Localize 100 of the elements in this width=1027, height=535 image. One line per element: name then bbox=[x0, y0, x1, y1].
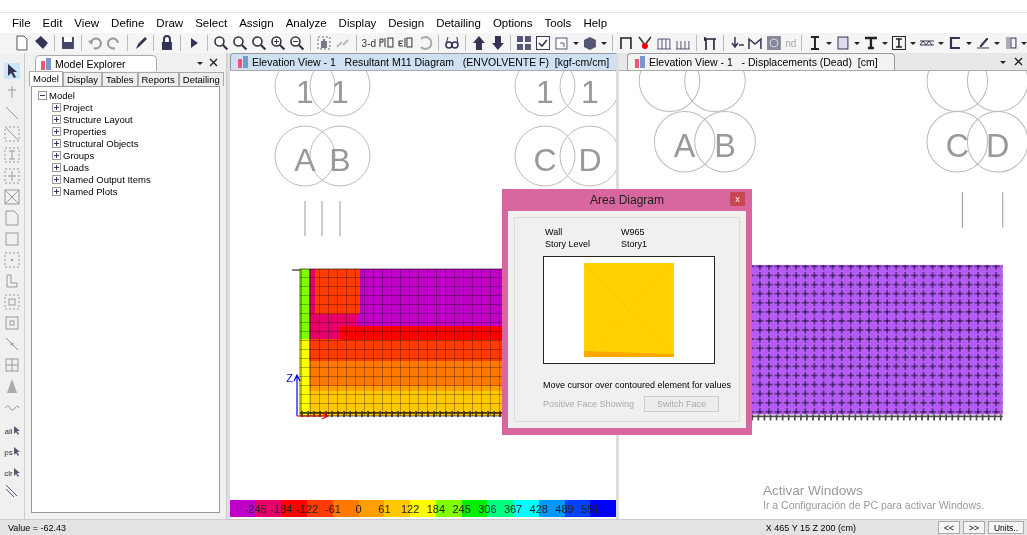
legend-label: 245 bbox=[452, 502, 471, 515]
menu-item[interactable]: Analyze bbox=[279, 17, 333, 29]
glasses-icon[interactable] bbox=[443, 35, 460, 51]
toolbar-button[interactable]: 3-d bbox=[361, 37, 377, 49]
down-arrow-icon[interactable] bbox=[489, 35, 506, 51]
expand-icon[interactable] bbox=[52, 114, 61, 124]
t-beam-icon[interactable] bbox=[863, 35, 880, 51]
select-button[interactable]: ps bbox=[4, 441, 20, 457]
status-value: Value = -62.43 bbox=[8, 522, 67, 533]
menu-item[interactable]: Draw bbox=[150, 17, 190, 29]
menu-item[interactable]: Edit bbox=[36, 17, 69, 29]
expand-icon[interactable] bbox=[52, 126, 61, 136]
grid-label: D bbox=[578, 142, 602, 178]
select-line-icon[interactable] bbox=[4, 483, 20, 499]
pen-icon[interactable] bbox=[974, 35, 991, 51]
status-button[interactable]: >> bbox=[962, 521, 985, 534]
notice-text: Ir a Configuración de PC para activar Windows. bbox=[763, 499, 985, 511]
cursor-icon bbox=[12, 447, 20, 457]
up-arrow-icon[interactable] bbox=[470, 35, 487, 51]
legend-label: 489 bbox=[555, 502, 574, 515]
elevation-icon[interactable] bbox=[397, 35, 414, 51]
save-icon[interactable] bbox=[59, 35, 76, 51]
tab[interactable]: Reports bbox=[137, 72, 179, 86]
crane-icon[interactable] bbox=[701, 35, 718, 51]
close-button[interactable]: x bbox=[730, 192, 745, 206]
tab[interactable]: Model bbox=[29, 71, 63, 86]
field-value: Story1 bbox=[621, 238, 648, 250]
expand-icon[interactable] bbox=[52, 162, 61, 172]
cube-icon[interactable] bbox=[582, 35, 599, 51]
tree-item[interactable]: Structure Layout bbox=[63, 113, 133, 125]
load-arrow-icon[interactable] bbox=[728, 35, 745, 51]
zoom-out-icon[interactable] bbox=[288, 35, 305, 51]
support-icon[interactable] bbox=[636, 35, 653, 51]
tree-item[interactable]: Project bbox=[63, 101, 93, 113]
deformed-shape-icon[interactable] bbox=[747, 35, 764, 51]
tab[interactable]: Display bbox=[62, 72, 103, 86]
grid-label: 1 bbox=[296, 74, 314, 110]
menu-item[interactable]: Help bbox=[577, 17, 614, 29]
expand-icon[interactable] bbox=[52, 174, 61, 184]
select-button[interactable]: clr bbox=[4, 462, 20, 478]
expand-icon[interactable] bbox=[52, 150, 61, 160]
tab[interactable]: Detailing bbox=[178, 72, 224, 86]
boxed-i-icon[interactable] bbox=[891, 35, 907, 51]
menu-item[interactable]: Tools bbox=[538, 17, 578, 29]
legend-label: 122 bbox=[400, 502, 420, 515]
tree-item[interactable]: Structural Objects bbox=[63, 137, 139, 149]
expand-icon[interactable] bbox=[52, 186, 61, 196]
menu-item[interactable]: Define bbox=[105, 17, 151, 29]
zoom-in-icon[interactable] bbox=[269, 35, 286, 51]
building-icon bbox=[40, 57, 52, 70]
grid-label: C bbox=[533, 142, 557, 178]
grid-icon[interactable] bbox=[516, 35, 533, 51]
menu-item[interactable]: Detailing bbox=[430, 17, 487, 29]
axis-drawing bbox=[293, 373, 330, 420]
zoom-icon[interactable] bbox=[232, 35, 249, 51]
plan-icon[interactable] bbox=[379, 35, 395, 51]
legend-label: 367 bbox=[503, 502, 523, 515]
new-file-icon[interactable] bbox=[14, 35, 30, 51]
frame-icon[interactable] bbox=[618, 35, 634, 51]
building-icon bbox=[237, 56, 249, 68]
expand-icon[interactable] bbox=[52, 138, 61, 148]
coordinates-text: X 465 Y 15 Z 200 (cm) bbox=[765, 522, 857, 533]
cursor-icon bbox=[12, 468, 20, 478]
grid-label: C bbox=[945, 127, 969, 164]
slab-icon[interactable] bbox=[835, 35, 852, 51]
tree-item[interactable]: Groups bbox=[63, 149, 95, 161]
select-button[interactable]: all bbox=[4, 420, 20, 436]
tree-item[interactable]: Properties bbox=[63, 125, 107, 137]
grid-label: B bbox=[329, 142, 351, 178]
grid-label: 1 bbox=[536, 74, 554, 110]
menu-item[interactable]: Display bbox=[332, 17, 383, 29]
menu-item[interactable]: File bbox=[6, 17, 37, 29]
view-tab[interactable]: Elevation View - 1 - Displacements (Dead) [cm] bbox=[627, 53, 895, 70]
legend-label: 184 bbox=[426, 502, 446, 515]
undo-icon[interactable] bbox=[86, 35, 103, 51]
zoom-icon[interactable] bbox=[251, 35, 267, 51]
status-button[interactable]: Units.. bbox=[987, 521, 1024, 534]
zoom-icon[interactable] bbox=[213, 35, 230, 51]
redo-icon[interactable] bbox=[105, 35, 122, 51]
menu-item[interactable]: Options bbox=[486, 17, 539, 29]
field-value: W965 bbox=[621, 226, 646, 238]
tree-item[interactable]: Named Plots bbox=[63, 185, 118, 197]
menu-item[interactable]: Design bbox=[382, 17, 431, 29]
tree-item[interactable]: Loads bbox=[63, 161, 89, 173]
wall-elevation-icon[interactable] bbox=[655, 35, 672, 51]
checkbox-icon[interactable] bbox=[535, 35, 552, 51]
menu-item[interactable]: Assign bbox=[233, 17, 280, 29]
tree-item[interactable]: Model bbox=[49, 89, 75, 101]
expand-icon[interactable] bbox=[52, 102, 61, 112]
tree-item[interactable]: Named Output Items bbox=[63, 173, 151, 185]
panel-tab[interactable]: Model Explorer bbox=[35, 55, 157, 71]
cursor-icon bbox=[12, 426, 20, 436]
menu-item[interactable]: View bbox=[68, 17, 106, 29]
grid-line-drawing bbox=[304, 200, 341, 237]
menu-item[interactable]: Select bbox=[189, 17, 234, 29]
tab[interactable]: Tables bbox=[102, 72, 138, 86]
collapse-icon[interactable] bbox=[38, 90, 47, 100]
status-button[interactable]: << bbox=[938, 521, 960, 534]
building-icon bbox=[634, 56, 646, 68]
legend-label: 428 bbox=[529, 502, 548, 515]
